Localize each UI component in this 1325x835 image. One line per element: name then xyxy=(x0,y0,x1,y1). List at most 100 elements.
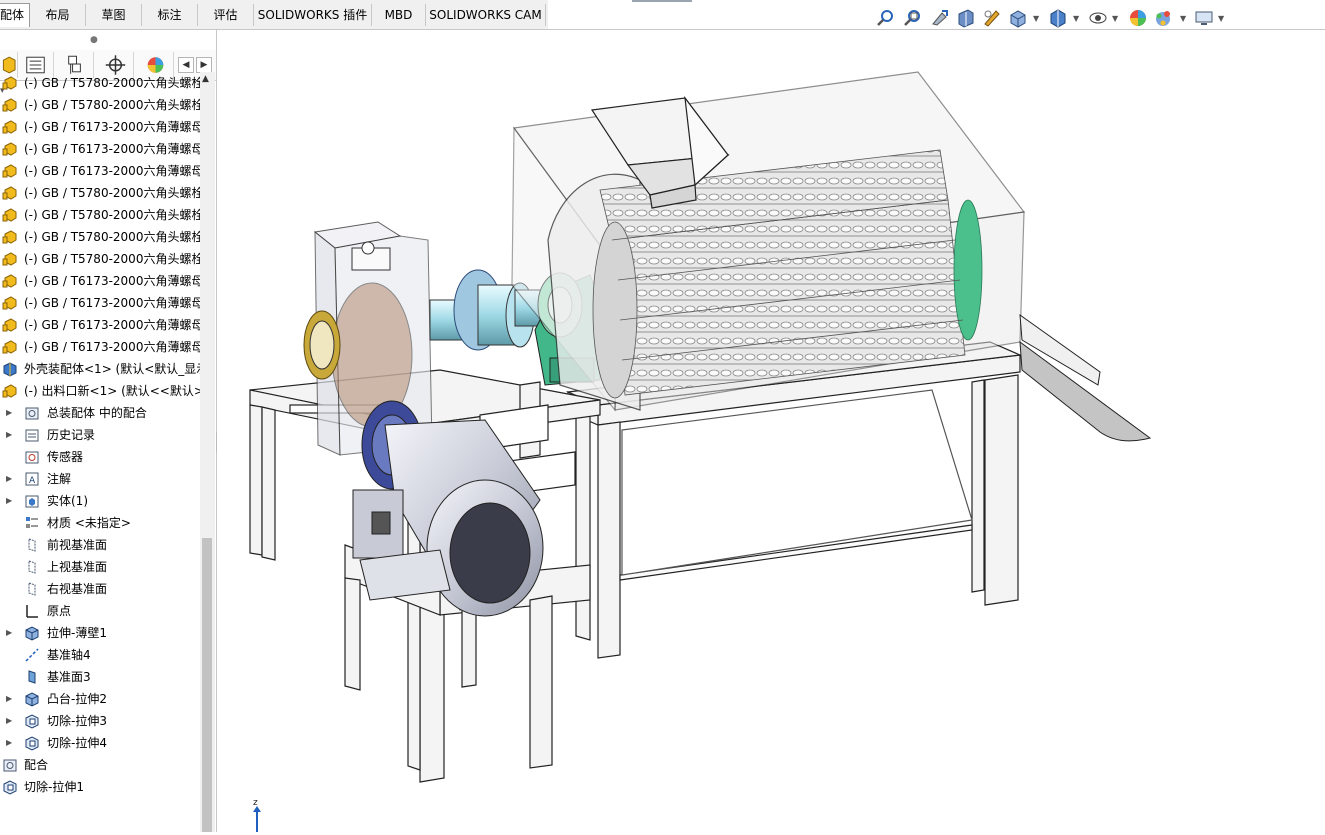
tree-item[interactable]: ▶ 切除-拉伸4 xyxy=(0,732,200,754)
section-view-icon[interactable] xyxy=(956,8,976,28)
expand-arrow-icon[interactable]: ▶ xyxy=(6,424,12,446)
tree-item-label: (-) GB / T5780-2000六角头螺栓 xyxy=(24,76,200,90)
scroll-right-icon[interactable]: ▶ xyxy=(196,57,212,73)
display-style-icon[interactable] xyxy=(1048,8,1068,28)
view-orientation-icon[interactable] xyxy=(1008,8,1028,28)
tree-item-label: (-) GB / T6173-2000六角薄螺母 xyxy=(24,296,200,310)
tree-item-label: 上视基准面 xyxy=(47,560,108,574)
scrollbar-thumb[interactable] xyxy=(202,538,212,832)
tab-mbd[interactable]: MBD xyxy=(372,4,426,26)
assembly-model[interactable] xyxy=(217,30,1325,832)
mates-folder-icon xyxy=(2,757,18,773)
tree-item[interactable]: (-) GB / T6173-2000六角薄螺母 xyxy=(0,336,200,358)
tree-item[interactable]: (-) GB / T6173-2000六角薄螺母 xyxy=(0,116,200,138)
expand-arrow-icon[interactable]: ▶ xyxy=(6,732,12,754)
tree-item[interactable]: 基准面3 xyxy=(0,666,200,688)
tree-item[interactable]: 传感器 xyxy=(0,446,200,468)
tree-item[interactable]: ▶ 总装配体 中的配合 xyxy=(0,402,200,424)
plane-icon xyxy=(24,537,40,553)
tree-item[interactable]: (-) GB / T5780-2000六角头螺栓 xyxy=(0,94,200,116)
tree-item[interactable]: 外壳装配体<1> (默认<默认_显示 xyxy=(0,358,200,380)
expand-arrow-icon[interactable]: ▶ xyxy=(6,622,12,644)
material-icon xyxy=(24,515,40,531)
tree-item[interactable]: 前视基准面 xyxy=(0,534,200,556)
scroll-up-icon[interactable]: ▲ xyxy=(202,74,209,84)
cut-icon xyxy=(24,713,40,729)
zoom-to-fit-icon[interactable] xyxy=(876,8,896,28)
tree-item[interactable]: (-) GB / T6173-2000六角薄螺母 xyxy=(0,292,200,314)
part-warning-icon xyxy=(2,317,18,333)
tree-item[interactable]: (-) 出料口新<1> (默认<<默认>_ xyxy=(0,380,200,402)
tree-item-label: (-) 出料口新<1> (默认<<默认>_ xyxy=(24,384,200,398)
tree-item-label: 切除-拉伸4 xyxy=(47,736,107,750)
tree-item-label: 原点 xyxy=(47,604,72,618)
tree-item-label: (-) GB / T6173-2000六角薄螺母 xyxy=(24,120,200,134)
chevron-down-icon[interactable]: ▼ xyxy=(1180,14,1186,23)
part-warning-icon xyxy=(2,229,18,245)
tree-item-label: (-) GB / T6173-2000六角薄螺母 xyxy=(24,274,200,288)
plane-blue-icon xyxy=(24,669,40,685)
tree-item[interactable]: (-) GB / T6173-2000六角薄螺母 xyxy=(0,314,200,336)
tab-solidworks-addins[interactable]: SOLIDWORKS 插件 xyxy=(254,4,372,26)
chevron-down-icon[interactable]: ▼ xyxy=(1073,14,1079,23)
tree-item-label: 前视基准面 xyxy=(47,538,108,552)
tab-assembly[interactable]: 配体 xyxy=(0,3,30,27)
tree-item[interactable]: (-) GB / T5780-2000六角头螺栓 xyxy=(0,226,200,248)
tree-item[interactable]: 配合 xyxy=(0,754,200,776)
tree-item[interactable]: (-) GB / T5780-2000六角头螺栓 xyxy=(0,204,200,226)
tree-item[interactable]: ▶ 切除-拉伸3 xyxy=(0,710,200,732)
tree-item[interactable]: ▶ 拉伸-薄壁1 xyxy=(0,622,200,644)
tree-item[interactable]: ▶ A 注解 xyxy=(0,468,200,490)
tree-item[interactable]: ▶ 实体(1) xyxy=(0,490,200,512)
tree-item[interactable]: (-) GB / T5780-2000六角头螺栓 xyxy=(0,72,200,94)
part-warning-icon xyxy=(2,141,18,157)
dynamic-annotation-icon[interactable] xyxy=(982,8,1002,28)
part-warning-icon xyxy=(2,339,18,355)
scroll-left-icon[interactable]: ◀ xyxy=(178,57,194,73)
view-settings-icon[interactable] xyxy=(1194,8,1214,28)
apply-scene-icon[interactable] xyxy=(1154,8,1174,28)
tree-item[interactable]: 右视基准面 xyxy=(0,578,200,600)
tree-item[interactable]: 原点 xyxy=(0,600,200,622)
edit-appearance-icon[interactable] xyxy=(1128,8,1148,28)
tree-item[interactable]: (-) GB / T6173-2000六角薄螺母 xyxy=(0,138,200,160)
tree-item[interactable]: (-) GB / T6173-2000六角薄螺母 xyxy=(0,160,200,182)
expand-arrow-icon[interactable]: ▶ xyxy=(6,710,12,732)
tree-item[interactable]: (-) GB / T6173-2000六角薄螺母 xyxy=(0,270,200,292)
expand-arrow-icon[interactable]: ▶ xyxy=(6,402,12,424)
mates-folder-icon xyxy=(24,405,40,421)
extrude-icon xyxy=(24,691,40,707)
chevron-down-icon[interactable]: ▼ xyxy=(1112,14,1118,23)
previous-view-icon[interactable] xyxy=(930,8,950,28)
graphics-area[interactable] xyxy=(217,30,1325,832)
expand-arrow-icon[interactable]: ▶ xyxy=(6,490,12,512)
zoom-to-area-icon[interactable] xyxy=(903,8,923,28)
chevron-down-icon[interactable]: ▼ xyxy=(1218,14,1224,23)
tab-markup[interactable]: 标注 xyxy=(142,4,198,26)
part-warning-icon xyxy=(2,251,18,267)
tree-item[interactable]: 切除-拉伸1 xyxy=(0,776,200,798)
tab-solidworks-cam[interactable]: SOLIDWORKS CAM xyxy=(426,4,546,26)
expand-arrow-icon[interactable]: ▶ xyxy=(6,688,12,710)
chevron-down-icon[interactable]: ▼ xyxy=(1033,14,1039,23)
tree-item[interactable]: (-) GB / T5780-2000六角头螺栓 xyxy=(0,248,200,270)
part-warning-icon xyxy=(2,207,18,223)
tab-sketch[interactable]: 草图 xyxy=(86,4,142,26)
discharge-chute xyxy=(1019,313,1152,442)
tree-item[interactable]: ▶ 凸台-拉伸2 xyxy=(0,688,200,710)
panel-grip-icon[interactable]: ● xyxy=(90,35,98,45)
tab-layout[interactable]: 布局 xyxy=(30,4,86,26)
tree-item[interactable]: 基准轴4 xyxy=(0,644,200,666)
expand-arrow-icon[interactable]: ▶ xyxy=(6,468,12,490)
feature-tree: (-) GB / T5780-2000六角头螺栓 (-) GB / T5780-2… xyxy=(0,72,200,812)
hide-show-items-icon[interactable] xyxy=(1088,8,1108,28)
tab-evaluate[interactable]: 评估 xyxy=(198,4,254,26)
tree-item[interactable]: ▶ 历史记录 xyxy=(0,424,200,446)
tree-item-label: 注解 xyxy=(47,472,72,486)
plane-icon xyxy=(24,559,40,575)
tree-scrollbar[interactable]: ▲ xyxy=(200,72,215,832)
cut-icon xyxy=(2,779,18,795)
tree-item[interactable]: (-) GB / T5780-2000六角头螺栓 xyxy=(0,182,200,204)
tree-item[interactable]: 上视基准面 xyxy=(0,556,200,578)
tree-item[interactable]: 材质 <未指定> xyxy=(0,512,200,534)
